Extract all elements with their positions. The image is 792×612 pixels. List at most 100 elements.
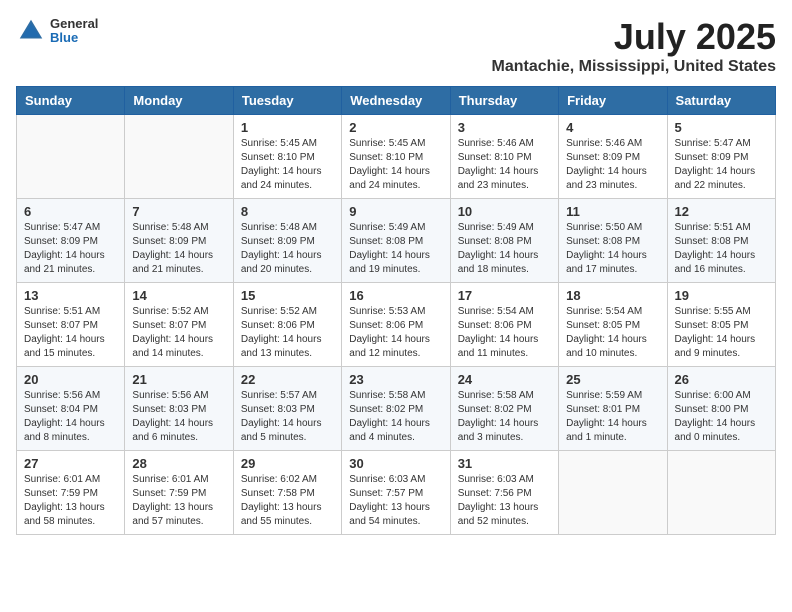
day-number: 26 [675,372,768,387]
day-number: 13 [24,288,117,303]
calendar-cell: 22 Sunrise: 5:57 AMSunset: 8:03 PMDayligh… [233,367,341,451]
day-number: 1 [241,120,334,135]
day-number: 7 [132,204,225,219]
week-row-4: 20Sunrise: 5:56 AMSunset: 8:04 PMDayligh… [17,367,776,451]
day-content: Sunrise: 6:03 AMSunset: 7:57 PMDaylight:… [349,473,442,529]
day-content: Sunrise: 5:51 AMSunset: 8:07 PMDaylight:… [24,305,117,361]
weekday-header-thursday: Thursday [450,87,558,115]
week-row-3: 13 Sunrise: 5:51 AMSunset: 8:07 PMDayligh… [17,283,776,367]
calendar-cell: 12 Sunrise: 5:51 AMSunset: 8:08 PMDayligh… [667,199,775,283]
calendar-cell: 11 Sunrise: 5:50 AMSunset: 8:08 PMDayligh… [559,199,667,283]
logo-blue: Blue [50,31,98,45]
day-content: Sunrise: 6:01 AMSunset: 7:59 PMDaylight:… [132,473,225,529]
day-number: 21 [132,372,225,387]
weekday-header-tuesday: Tuesday [233,87,341,115]
day-number: 17 [458,288,551,303]
day-content: Sunrise: 5:48 AMSunset: 8:09 PMDaylight:… [132,221,225,277]
day-content: Sunrise: 5:47 AMSunset: 8:09 PMDaylight:… [675,137,768,193]
calendar-cell: 31 Sunrise: 6:03 AMSunset: 7:56 PMDayligh… [450,451,558,535]
day-content: Sunrise: 5:50 AMSunset: 8:08 PMDaylight:… [566,221,659,277]
day-number: 5 [675,120,768,135]
calendar-cell: 29Sunrise: 6:02 AMSunset: 7:58 PMDayligh… [233,451,341,535]
calendar-cell [17,115,125,199]
month-title: July 2025 [491,16,776,58]
day-number: 9 [349,204,442,219]
calendar-cell: 17Sunrise: 5:54 AMSunset: 8:06 PMDayligh… [450,283,558,367]
day-content: Sunrise: 5:46 AMSunset: 8:10 PMDaylight:… [458,137,551,193]
calendar-cell: 7 Sunrise: 5:48 AMSunset: 8:09 PMDaylight… [125,199,233,283]
calendar-cell [125,115,233,199]
day-content: Sunrise: 5:47 AMSunset: 8:09 PMDaylight:… [24,221,117,277]
day-content: Sunrise: 5:56 AMSunset: 8:03 PMDaylight:… [132,389,225,445]
week-row-2: 6 Sunrise: 5:47 AMSunset: 8:09 PMDaylight… [17,199,776,283]
day-content: Sunrise: 5:49 AMSunset: 8:08 PMDaylight:… [458,221,551,277]
day-number: 30 [349,456,442,471]
logo-general: General [50,17,98,31]
day-content: Sunrise: 5:52 AMSunset: 8:06 PMDaylight:… [241,305,334,361]
location: Mantachie, Mississippi, United States [491,58,776,76]
day-number: 24 [458,372,551,387]
calendar-cell: 1 Sunrise: 5:45 AMSunset: 8:10 PMDaylight… [233,115,341,199]
calendar-cell: 27Sunrise: 6:01 AMSunset: 7:59 PMDayligh… [17,451,125,535]
title-section: July 2025 Mantachie, Mississippi, United… [491,16,776,76]
day-content: Sunrise: 5:52 AMSunset: 8:07 PMDaylight:… [132,305,225,361]
calendar-cell: 23 Sunrise: 5:58 AMSunset: 8:02 PMDayligh… [342,367,450,451]
day-number: 16 [349,288,442,303]
calendar-cell: 30 Sunrise: 6:03 AMSunset: 7:57 PMDayligh… [342,451,450,535]
calendar-cell: 16Sunrise: 5:53 AMSunset: 8:06 PMDayligh… [342,283,450,367]
day-content: Sunrise: 5:45 AMSunset: 8:10 PMDaylight:… [349,137,442,193]
day-content: Sunrise: 5:58 AMSunset: 8:02 PMDaylight:… [458,389,551,445]
calendar-cell: 8 Sunrise: 5:48 AMSunset: 8:09 PMDaylight… [233,199,341,283]
calendar-cell: 9 Sunrise: 5:49 AMSunset: 8:08 PMDaylight… [342,199,450,283]
day-number: 18 [566,288,659,303]
day-content: Sunrise: 5:49 AMSunset: 8:08 PMDaylight:… [349,221,442,277]
page-header: General Blue July 2025 Mantachie, Missis… [16,16,776,76]
day-content: Sunrise: 5:51 AMSunset: 8:08 PMDaylight:… [675,221,768,277]
calendar-cell [667,451,775,535]
calendar-cell: 3Sunrise: 5:46 AMSunset: 8:10 PMDaylight… [450,115,558,199]
week-row-1: 1 Sunrise: 5:45 AMSunset: 8:10 PMDaylight… [17,115,776,199]
day-number: 31 [458,456,551,471]
calendar: SundayMondayTuesdayWednesdayThursdayFrid… [16,86,776,535]
calendar-cell: 25 Sunrise: 5:59 AMSunset: 8:01 PMDayligh… [559,367,667,451]
day-number: 8 [241,204,334,219]
calendar-cell: 10Sunrise: 5:49 AMSunset: 8:08 PMDayligh… [450,199,558,283]
calendar-cell: 21 Sunrise: 5:56 AMSunset: 8:03 PMDayligh… [125,367,233,451]
day-content: Sunrise: 5:57 AMSunset: 8:03 PMDaylight:… [241,389,334,445]
day-number: 20 [24,372,117,387]
day-number: 12 [675,204,768,219]
weekday-header-sunday: Sunday [17,87,125,115]
day-number: 23 [349,372,442,387]
day-number: 6 [24,204,117,219]
weekday-header-friday: Friday [559,87,667,115]
day-content: Sunrise: 6:02 AMSunset: 7:58 PMDaylight:… [241,473,334,529]
day-content: Sunrise: 5:59 AMSunset: 8:01 PMDaylight:… [566,389,659,445]
logo-text: General Blue [50,17,98,46]
day-content: Sunrise: 5:55 AMSunset: 8:05 PMDaylight:… [675,305,768,361]
calendar-cell: 13 Sunrise: 5:51 AMSunset: 8:07 PMDayligh… [17,283,125,367]
day-content: Sunrise: 5:54 AMSunset: 8:05 PMDaylight:… [566,305,659,361]
day-number: 28 [132,456,225,471]
day-content: Sunrise: 5:45 AMSunset: 8:10 PMDaylight:… [241,137,334,193]
calendar-cell: 5 Sunrise: 5:47 AMSunset: 8:09 PMDaylight… [667,115,775,199]
calendar-cell: 19 Sunrise: 5:55 AMSunset: 8:05 PMDayligh… [667,283,775,367]
logo: General Blue [16,16,98,46]
day-content: Sunrise: 5:58 AMSunset: 8:02 PMDaylight:… [349,389,442,445]
day-content: Sunrise: 6:03 AMSunset: 7:56 PMDaylight:… [458,473,551,529]
day-number: 14 [132,288,225,303]
calendar-cell: 6 Sunrise: 5:47 AMSunset: 8:09 PMDaylight… [17,199,125,283]
day-number: 11 [566,204,659,219]
calendar-cell: 28 Sunrise: 6:01 AMSunset: 7:59 PMDayligh… [125,451,233,535]
calendar-cell: 4Sunrise: 5:46 AMSunset: 8:09 PMDaylight… [559,115,667,199]
day-number: 25 [566,372,659,387]
weekday-header-monday: Monday [125,87,233,115]
day-number: 4 [566,120,659,135]
weekday-header-wednesday: Wednesday [342,87,450,115]
day-content: Sunrise: 5:48 AMSunset: 8:09 PMDaylight:… [241,221,334,277]
calendar-cell: 14 Sunrise: 5:52 AMSunset: 8:07 PMDayligh… [125,283,233,367]
day-number: 22 [241,372,334,387]
calendar-cell: 15Sunrise: 5:52 AMSunset: 8:06 PMDayligh… [233,283,341,367]
calendar-cell: 24 Sunrise: 5:58 AMSunset: 8:02 PMDayligh… [450,367,558,451]
day-number: 27 [24,456,117,471]
day-number: 19 [675,288,768,303]
